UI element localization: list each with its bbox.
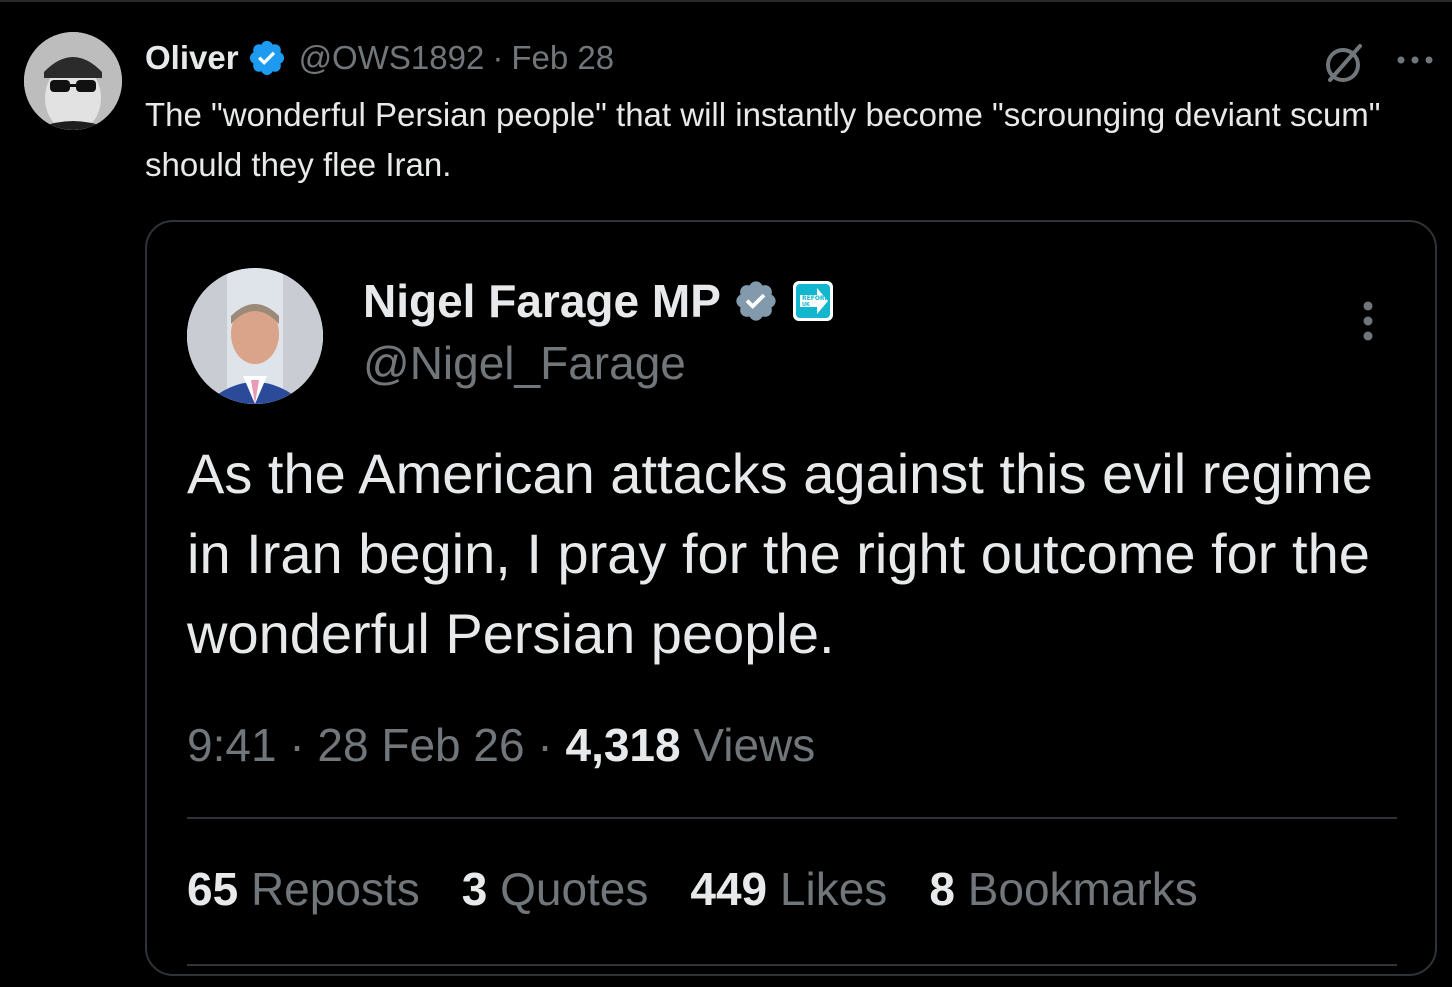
quoted-author-name[interactable]: Nigel Farage MP [363,274,721,328]
quoted-time[interactable]: 9:41 [187,719,277,771]
reposts-stat[interactable]: 65 Reposts [187,862,420,916]
quoted-date[interactable]: 28 Feb 26 [317,719,524,771]
quoted-tweet-card[interactable]: Nigel Farage MP REFORM UK @Nigel_Farage … [145,220,1437,976]
quoted-meta: 9:41 · 28 Feb 26 · 4,318 Views [187,718,815,772]
outer-tweet-header: Oliver @OWS1892 · Feb 28 [145,35,614,81]
views-count: 4,318 [565,719,681,771]
bookmarks-count: 8 [929,863,955,915]
reform-badge-icon: REFORM UK [792,281,833,321]
separator-dot: · [492,39,504,76]
outer-handle[interactable]: @OWS1892 [299,39,485,77]
outer-author-name[interactable]: Oliver [145,39,239,77]
svg-text:REFORM: REFORM [802,295,831,302]
separator-dot: · [289,719,305,771]
verified-icon [736,281,776,321]
likes-label: Likes [779,863,888,915]
separator-dot: · [537,719,553,771]
engagement-stats: 65 Reposts 3 Quotes 449 Likes 8 Bookmark… [187,862,1240,916]
quotes-label: Quotes [500,863,649,915]
more-vertical-icon[interactable] [1353,298,1383,344]
reposts-count: 65 [187,863,239,915]
outer-avatar[interactable] [24,32,122,130]
quotes-stat[interactable]: 3 Quotes [462,862,649,916]
bookmarks-stat[interactable]: 8 Bookmarks [929,862,1197,916]
reposts-label: Reposts [250,863,420,915]
outer-date[interactable]: Feb 28 [511,39,614,77]
divider [187,817,1397,819]
svg-text:UK: UK [802,302,811,308]
tweet-screenshot: Oliver @OWS1892 · Feb 28 The "wonderful … [0,0,1452,987]
grok-icon[interactable] [1322,40,1368,86]
outer-tweet-text: The "wonderful Persian people" that will… [145,96,1381,183]
bookmarks-label: Bookmarks [967,863,1198,915]
more-icon[interactable] [1392,40,1438,80]
quoted-name-row: Nigel Farage MP REFORM UK [363,272,835,330]
divider [187,964,1397,966]
verified-icon [249,40,284,76]
views-label: Views [693,719,816,771]
likes-count: 449 [690,863,768,915]
quoted-handle[interactable]: @Nigel_Farage [363,336,686,390]
quoted-avatar[interactable] [187,268,323,404]
quotes-count: 3 [461,863,488,915]
quoted-tweet-text: As the American attacks against this evi… [187,442,1373,665]
likes-stat[interactable]: 449 Likes [690,862,887,916]
